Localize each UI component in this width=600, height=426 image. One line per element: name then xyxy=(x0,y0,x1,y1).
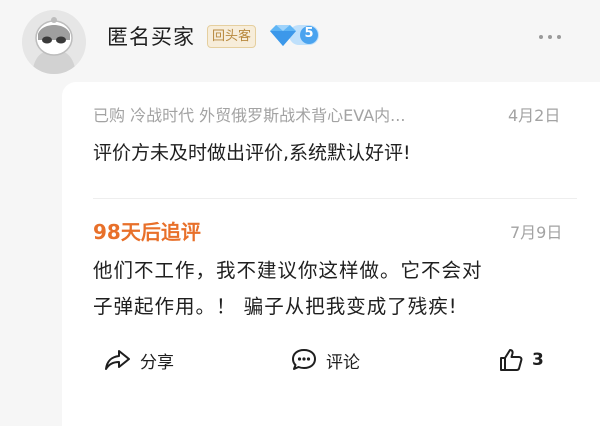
comment-label: 评论 xyxy=(326,352,360,373)
more-options-button[interactable] xyxy=(535,31,565,43)
like-count: 3 xyxy=(532,350,544,370)
review-date: 4月2日 xyxy=(508,106,561,125)
repeat-customer-badge: 回头客 xyxy=(207,25,257,48)
followup-date: 7月9日 xyxy=(510,223,563,242)
username: 匿名买家 xyxy=(107,25,195,49)
comment-button[interactable]: 评论 xyxy=(290,345,360,375)
level-number: 5 xyxy=(304,26,314,41)
avatar[interactable] xyxy=(22,10,86,74)
followup-text-line: 子弹起作用。！ 骗子从把我变成了残疾! xyxy=(93,295,458,318)
divider xyxy=(93,198,577,199)
share-button[interactable]: 分享 xyxy=(104,345,174,375)
share-label: 分享 xyxy=(140,352,174,373)
thumbs-up-icon xyxy=(500,349,523,371)
review-text: 评价方未及时做出评价,系统默认好评! xyxy=(93,142,411,164)
dot-icon xyxy=(539,35,543,39)
avatar-icon xyxy=(22,10,86,74)
dot-icon xyxy=(548,35,552,39)
share-icon xyxy=(105,350,130,370)
followup-text-line: 他们不工作，我不建议你这样做。它不会对 xyxy=(93,259,483,282)
followup-title: 98天后追评 xyxy=(93,220,201,244)
dot-icon xyxy=(557,35,561,39)
review-header: 匿名买家 回头客 5 xyxy=(0,0,600,82)
like-button[interactable]: 3 xyxy=(498,345,544,375)
comment-icon xyxy=(292,349,316,370)
order-info[interactable]: 已购 冷战时代 外贸俄罗斯战术背心EVA内... xyxy=(93,102,405,126)
